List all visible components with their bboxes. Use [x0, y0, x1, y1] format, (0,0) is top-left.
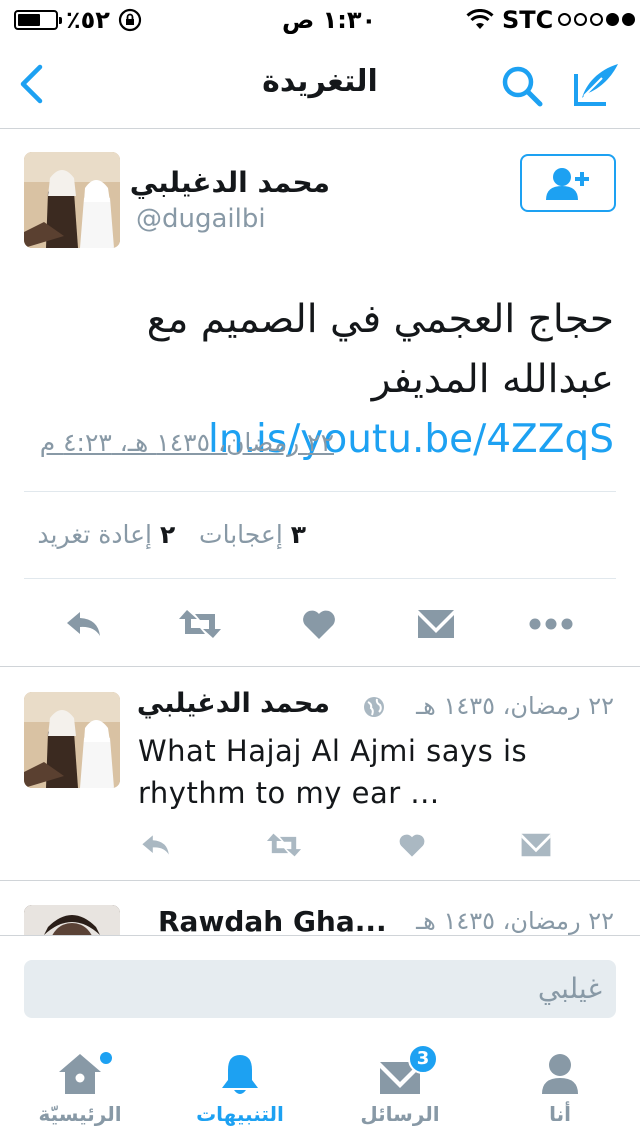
messages-badge: 3 [408, 1044, 438, 1074]
likes-count: ٣ [290, 520, 306, 549]
likes-label[interactable]: إعجابات [199, 520, 283, 549]
reply-avatar[interactable] [24, 905, 120, 935]
divider [24, 491, 616, 492]
clock: ١:٣٠ ص [282, 6, 377, 34]
follow-button[interactable] [520, 154, 616, 212]
reply-item[interactable]: Rawdah Gha... ٢٢ رمضان، ١٤٣٥ هـ [0, 881, 640, 935]
status-bar: ٪٥٢ ١:٣٠ ص STC [0, 0, 640, 40]
reply-author-name[interactable]: Rawdah Gha... [158, 905, 387, 935]
carrier-name: STC [502, 6, 554, 34]
direct-message-icon[interactable] [414, 604, 458, 644]
reply-icon[interactable] [138, 828, 174, 862]
divider [24, 578, 616, 579]
reply-date: ٢٢ رمضان، ١٤٣٥ هـ [416, 907, 614, 935]
tweet-body: حجاج العجمي في الصميم مع عبدالله المديفر [146, 297, 614, 402]
tab-me[interactable]: أنا [480, 1036, 640, 1136]
author-avatar[interactable] [24, 152, 120, 248]
tab-home[interactable]: الرئيسيّة [0, 1036, 160, 1136]
home-icon [59, 1054, 101, 1094]
tweet-timestamp[interactable]: ٢٢ رمضان، ١٤٣٥ هـ، ٤:٢٣ م [40, 428, 334, 457]
new-content-dot [100, 1052, 112, 1064]
follow-person-plus-icon [546, 168, 589, 200]
retweets-count: ٢ [159, 520, 176, 549]
tab-label: الرئيسيّة [38, 1102, 122, 1126]
tweet-stats: ٣ إعجابات ٢ إعادة تغريد [37, 520, 306, 549]
signal-strength-icon [558, 13, 635, 26]
navigation-bar: التغريدة [0, 40, 640, 129]
search-icon[interactable] [500, 64, 544, 108]
divider [0, 666, 640, 667]
divider [0, 935, 640, 936]
tab-label: التنبيهات [196, 1102, 284, 1126]
battery-percent: ٪٥٢ [66, 6, 110, 34]
reply-icon[interactable] [62, 604, 106, 644]
tab-notifications[interactable]: التنبيهات [160, 1036, 320, 1136]
tab-label: الرسائل [360, 1102, 440, 1126]
wifi-icon [466, 9, 494, 29]
reply-author-name[interactable]: محمد الدغيلبي [137, 688, 330, 719]
reply-composer-input[interactable]: غيلبي [24, 960, 616, 1018]
author-handle[interactable]: @dugailbi [136, 204, 266, 234]
person-icon [542, 1054, 578, 1094]
tab-bar: الرئيسيّة التنبيهات 3 الرسائل أنا [0, 1036, 640, 1136]
rotation-lock-icon [118, 8, 142, 32]
reply-text: What Hajaj Al Ajmi says is rhythm to my … [138, 734, 528, 810]
author-name[interactable]: محمد الدغيلبي [130, 166, 330, 199]
bell-icon [222, 1055, 258, 1094]
retweet-icon[interactable] [264, 828, 304, 862]
tab-messages[interactable]: 3 الرسائل [320, 1036, 480, 1136]
retweet-icon[interactable] [176, 604, 224, 644]
compose-tweet-icon[interactable] [572, 60, 622, 108]
direct-message-icon[interactable] [518, 828, 554, 862]
reply-date: ٢٢ رمضان، ١٤٣٥ هـ [416, 692, 614, 720]
battery-icon [14, 10, 62, 30]
reply-avatar[interactable] [24, 692, 120, 788]
like-heart-icon[interactable] [298, 604, 340, 644]
like-heart-icon[interactable] [396, 828, 428, 862]
page-title: التغريدة [262, 64, 378, 99]
retweets-label[interactable]: إعادة تغريد [37, 520, 152, 549]
tab-label: أنا [549, 1102, 571, 1126]
globe-icon [364, 697, 384, 717]
more-options-icon[interactable] [526, 604, 576, 644]
